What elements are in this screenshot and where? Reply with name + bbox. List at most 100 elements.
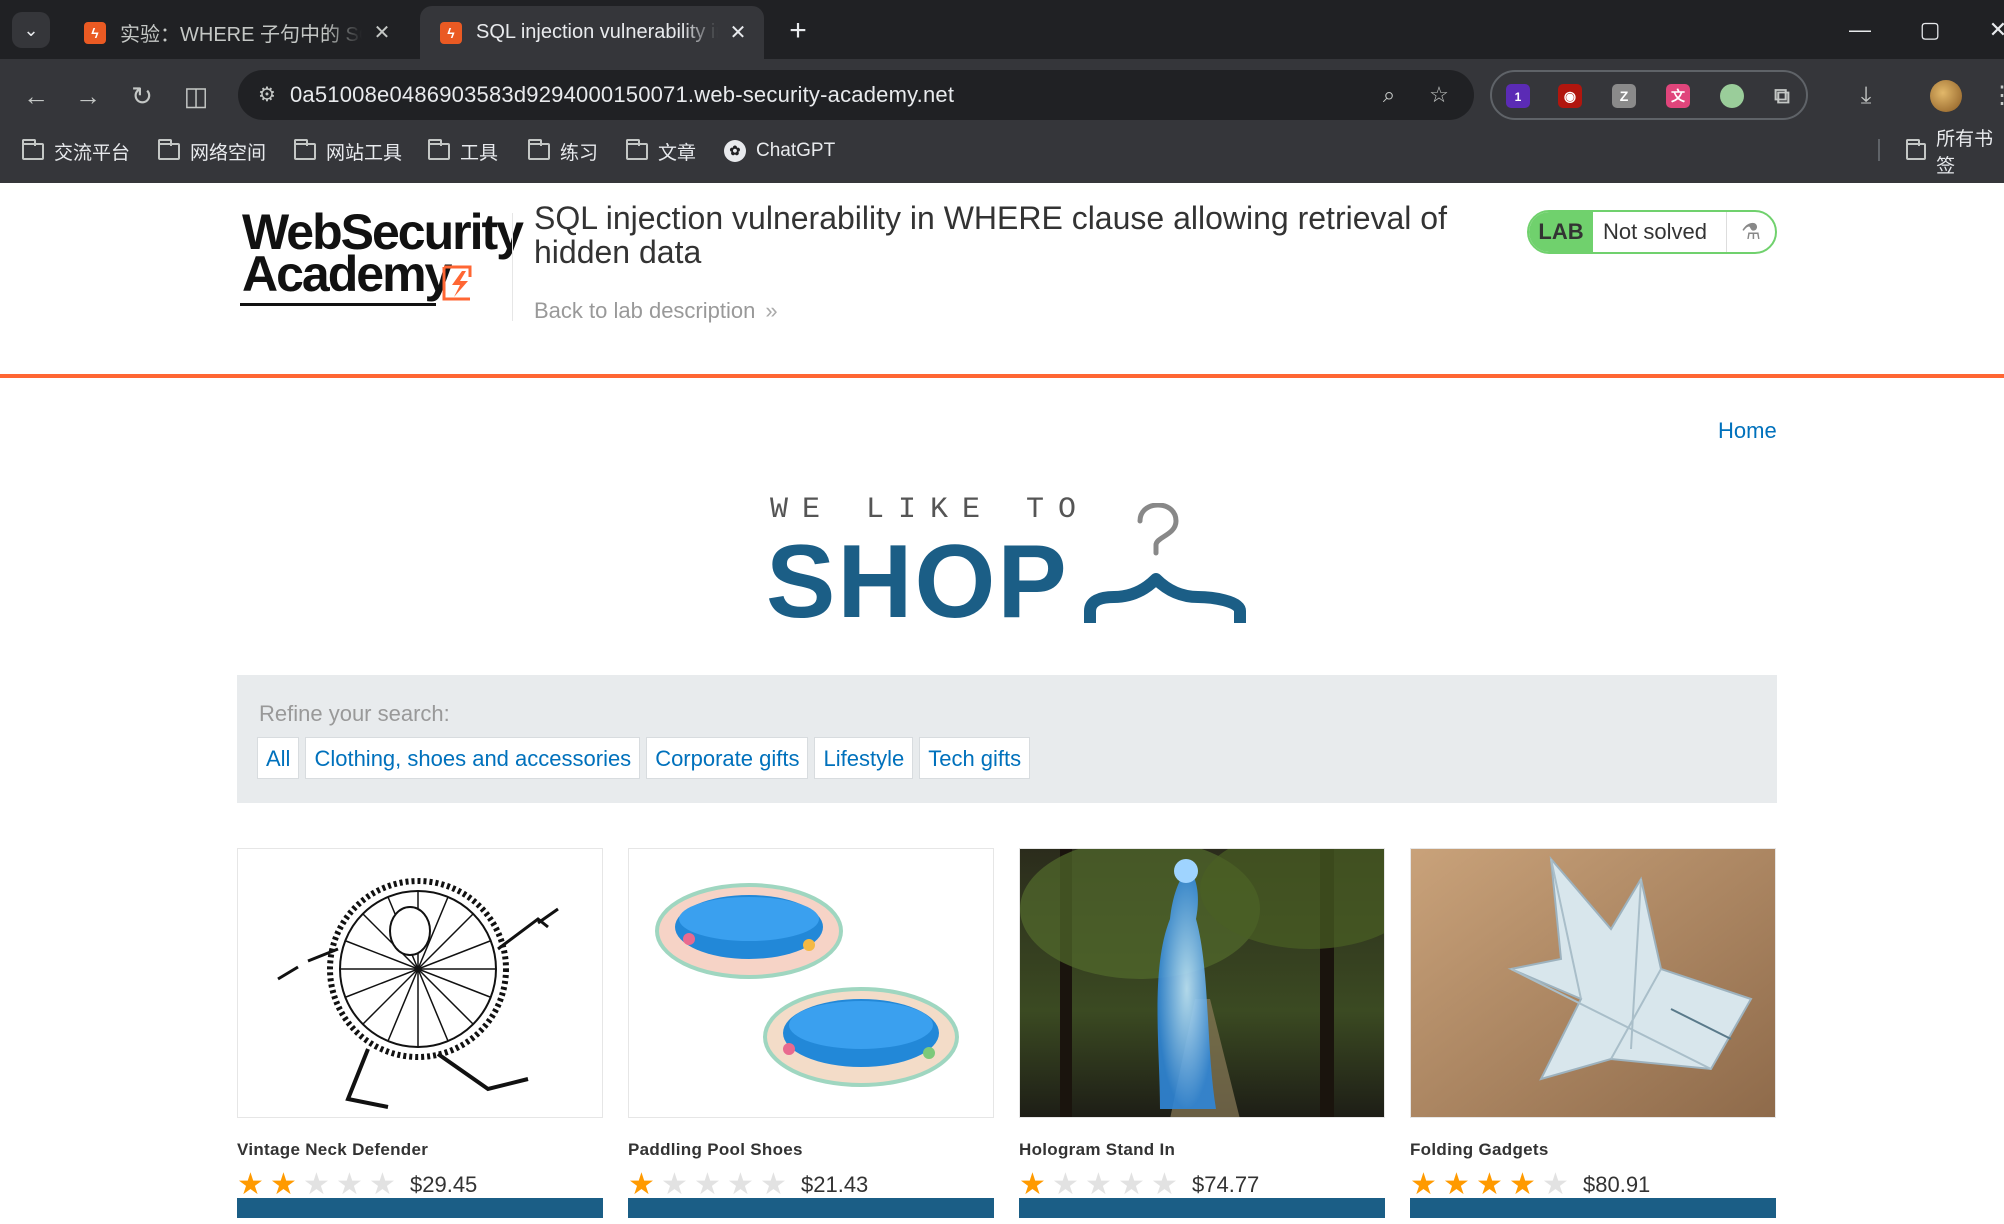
maximize-icon[interactable]: ▢ <box>1910 10 1950 50</box>
product-card: Vintage Neck Defender ★ ★ ★ ★ ★ $29.45 <box>237 848 603 1218</box>
extensions-group: 1 ◉ Z 文 ⧉ <box>1490 70 1808 120</box>
menu-kebab-icon[interactable]: ⋮ <box>1982 76 2004 116</box>
product-rating-row: ★ ★ ★ ★ ★ $21.43 <box>628 1170 994 1200</box>
portswigger-favicon-icon: ϟ <box>440 21 462 44</box>
minimize-icon[interactable]: — <box>1840 10 1880 50</box>
star-empty-icon: ★ <box>661 1168 688 1201</box>
lab-header: WebSecurity Academy SQL injection vulner… <box>0 183 2004 375</box>
tab-search-button[interactable]: ⌄ <box>12 12 50 48</box>
product-card: Paddling Pool Shoes ★ ★ ★ ★ ★ $21.43 <box>628 848 994 1218</box>
home-link[interactable]: Home <box>1718 418 1777 444</box>
extension-green-dot-icon[interactable] <box>1720 84 1744 108</box>
bookmark-label: 网站工具 <box>326 142 403 164</box>
product-name: Folding Gadgets <box>1410 1140 1549 1159</box>
lab-status-text: Not solved <box>1603 219 1707 244</box>
view-details-button[interactable] <box>1019 1198 1385 1218</box>
star-filled-icon: ★ <box>1509 1168 1536 1201</box>
new-tab-button[interactable]: + <box>780 14 816 50</box>
web-security-academy-logo[interactable]: WebSecurity Academy <box>240 207 524 319</box>
product-image-neck-defender[interactable] <box>237 848 603 1118</box>
bookmark-folder[interactable]: 练习 <box>528 133 598 169</box>
header-divider <box>512 213 513 321</box>
tab-chinese-lab[interactable]: ϟ 实验：WHERE 子句中的 SQL 注入漏洞，允许检索隐藏数据 ✕ <box>64 6 408 59</box>
star-empty-icon: ★ <box>369 1168 396 1201</box>
close-window-icon[interactable]: ✕ <box>1978 10 2004 50</box>
download-icon[interactable]: ⤓ <box>1846 76 1886 116</box>
product-name: Vintage Neck Defender <box>237 1140 429 1159</box>
bookmark-star-icon[interactable]: ☆ <box>1422 78 1456 112</box>
category-lifestyle[interactable]: Lifestyle <box>814 737 914 779</box>
folder-icon <box>22 138 44 160</box>
bookmark-folder[interactable]: 工具 <box>428 133 498 169</box>
tab-sql-injection-lab[interactable]: ϟ SQL injection vulnerability in WHERE c… <box>420 6 764 59</box>
bookmark-all-folder[interactable]: 所有书签 <box>1906 129 2004 177</box>
bookmark-label: 网络空间 <box>190 142 267 164</box>
extension-badge: 1 <box>1514 90 1522 104</box>
split-view-icon[interactable]: ◫ <box>176 76 216 116</box>
product-price: $80.91 <box>1583 1172 1651 1197</box>
product-image-hologram[interactable] <box>1019 848 1385 1118</box>
extension-translate-icon[interactable]: 文 <box>1666 84 1690 108</box>
category-clothing[interactable]: Clothing, shoes and accessories <box>305 737 641 779</box>
bookmarks-divider <box>1878 139 1880 161</box>
folder-icon <box>428 138 450 160</box>
double-chevron-right-icon: » <box>765 298 778 323</box>
product-image-folding-gadgets[interactable] <box>1410 848 1776 1118</box>
extension-red-icon[interactable]: ◉ <box>1558 84 1582 108</box>
view-details-button[interactable] <box>1410 1198 1776 1218</box>
view-details-button[interactable] <box>628 1198 994 1218</box>
portswigger-favicon-icon: ϟ <box>84 21 106 44</box>
star-rating: ★ ★ ★ ★ ★ <box>628 1170 793 1200</box>
back-arrow-icon[interactable]: ← <box>16 76 56 116</box>
bookmark-label: 文章 <box>658 142 697 164</box>
tab-close-icon[interactable]: ✕ <box>370 20 394 45</box>
back-to-lab-description-link[interactable]: Back to lab description» <box>534 298 778 324</box>
category-filter-list: All Clothing, shoes and accessories Corp… <box>257 737 1036 779</box>
bookmark-label: 工具 <box>460 142 499 164</box>
star-empty-icon: ★ <box>694 1168 721 1201</box>
bookmark-folder[interactable]: 网站工具 <box>294 133 402 169</box>
profile-avatar[interactable] <box>1930 80 1962 112</box>
folder-icon <box>1906 138 1927 160</box>
star-filled-icon: ★ <box>237 1168 264 1201</box>
bookmark-label: 所有书签 <box>1936 129 1994 177</box>
star-rating: ★ ★ ★ ★ ★ <box>1019 1170 1184 1200</box>
extension-purple-icon[interactable]: 1 <box>1506 84 1530 108</box>
extension-gray-icon[interactable]: Z <box>1612 84 1636 108</box>
category-all[interactable]: All <box>257 737 300 779</box>
shop-tagline: WE LIKE TO <box>770 493 1091 527</box>
product-rating-row: ★ ★ ★ ★ ★ $74.77 <box>1019 1170 1385 1200</box>
product-image-paddling-pool[interactable] <box>628 848 994 1118</box>
address-bar[interactable]: ⚙ 0a51008e0486903583d9294000150071.web-s… <box>238 70 1474 120</box>
url-text[interactable]: 0a51008e0486903583d9294000150071.web-sec… <box>290 70 954 120</box>
star-empty-icon: ★ <box>1085 1168 1112 1201</box>
bookmark-folder[interactable]: 文章 <box>626 133 696 169</box>
lab-status-widget: LAB Not solved ⚗ <box>1527 210 1777 254</box>
product-price: $74.77 <box>1192 1172 1260 1197</box>
category-corporate-gifts[interactable]: Corporate gifts <box>646 737 809 779</box>
flask-icon: ⚗ <box>1726 212 1775 252</box>
view-details-button[interactable] <box>237 1198 603 1218</box>
bookmark-label: ChatGPT <box>756 140 836 161</box>
extensions-puzzle-icon[interactable]: ⧉ <box>1770 84 1794 108</box>
bookmark-label: 练习 <box>560 142 599 164</box>
shop-brand: SHOP <box>766 524 1069 640</box>
hanger-icon <box>1084 503 1246 623</box>
product-grid: Vintage Neck Defender ★ ★ ★ ★ ★ $29.45 P… <box>237 848 1777 1224</box>
bookmarks-bar: 交流平台 网络空间 网站工具 工具 练习 文章 ✿ ChatGPT 所有书签 <box>0 129 2004 183</box>
forward-arrow-icon[interactable]: → <box>68 76 108 116</box>
star-empty-icon: ★ <box>336 1168 363 1201</box>
star-filled-icon: ★ <box>1476 1168 1503 1201</box>
star-empty-icon: ★ <box>1118 1168 1145 1201</box>
product-rating-row: ★ ★ ★ ★ ★ $80.91 <box>1410 1170 1776 1200</box>
category-tech-gifts[interactable]: Tech gifts <box>919 737 1031 779</box>
bookmark-folder[interactable]: 交流平台 <box>22 133 130 169</box>
bookmark-label: 交流平台 <box>54 142 131 164</box>
site-info-icon[interactable]: ⚙ <box>252 80 282 110</box>
bookmark-folder[interactable]: 网络空间 <box>158 133 266 169</box>
star-filled-icon: ★ <box>1019 1168 1046 1201</box>
reload-icon[interactable]: ↻ <box>122 76 162 116</box>
bookmark-chatgpt[interactable]: ✿ ChatGPT <box>724 133 835 169</box>
tab-close-icon[interactable]: ✕ <box>726 20 750 45</box>
zoom-icon[interactable]: ⌕ <box>1372 78 1406 112</box>
